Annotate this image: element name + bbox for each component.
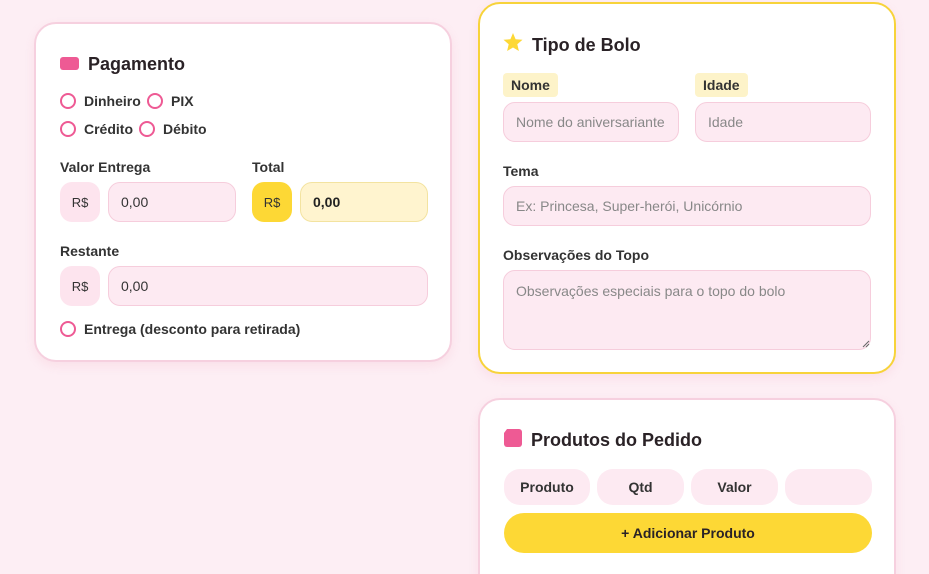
valor-entrega-label: Valor Entrega xyxy=(60,159,151,175)
total-input[interactable]: 0,00 xyxy=(300,182,428,222)
radio-credito[interactable]: Crédito xyxy=(60,121,133,137)
total-label: Total xyxy=(252,159,285,175)
radio-pix[interactable]: PIX xyxy=(147,93,194,109)
tipo-bolo-card: Tipo de Bolo Nome Nome do aniversariante… xyxy=(478,2,896,374)
radio-circle[interactable] xyxy=(60,321,76,337)
restante-label: Restante xyxy=(60,243,120,259)
credit-card-icon xyxy=(60,54,79,75)
pagamento-title-text: Pagamento xyxy=(88,54,186,74)
radio-label: Débito xyxy=(163,121,207,137)
radio-label: Dinheiro xyxy=(84,93,141,109)
restante-prefix: R$ xyxy=(60,266,100,306)
produtos-title: Produtos do Pedido xyxy=(504,429,702,452)
observacoes-label: Observações do Topo xyxy=(503,247,649,263)
nome-label: Nome xyxy=(503,73,558,97)
tipo-bolo-title: Tipo de Bolo xyxy=(503,33,641,57)
tipo-bolo-title-text: Tipo de Bolo xyxy=(532,34,641,55)
radio-dinheiro[interactable]: Dinheiro xyxy=(60,93,141,109)
radio-circle[interactable] xyxy=(60,93,76,109)
idade-label: Idade xyxy=(695,73,748,97)
column-produto: Produto xyxy=(504,469,590,505)
column-qtd: Qtd xyxy=(597,469,684,505)
radio-entrega[interactable]: Entrega (desconto para retirada) xyxy=(60,321,300,337)
valor-entrega-prefix: R$ xyxy=(60,182,100,222)
resize-handle-icon[interactable] xyxy=(862,340,870,348)
radio-circle[interactable] xyxy=(147,93,163,109)
produtos-card: Produtos do Pedido Produto Qtd Valor + A… xyxy=(478,398,896,574)
valor-entrega-input[interactable]: 0,00 xyxy=(108,182,236,222)
column-actions xyxy=(785,469,872,505)
produtos-title-text: Produtos do Pedido xyxy=(531,430,702,450)
pagamento-title: Pagamento xyxy=(60,54,185,75)
total-prefix: R$ xyxy=(252,182,292,222)
tema-input[interactable]: Ex: Princesa, Super-herói, Unicórnio xyxy=(503,186,871,226)
add-product-button[interactable]: + Adicionar Produto xyxy=(504,513,872,553)
nome-input[interactable]: Nome do aniversariante xyxy=(503,102,679,142)
observacoes-textarea[interactable]: Observações especiais para o topo do bol… xyxy=(503,270,871,350)
radio-circle[interactable] xyxy=(60,121,76,137)
radio-circle[interactable] xyxy=(139,121,155,137)
star-icon xyxy=(503,33,523,57)
tag-icon xyxy=(504,429,522,452)
tema-label: Tema xyxy=(503,163,539,179)
radio-label: PIX xyxy=(171,93,194,109)
radio-label: Crédito xyxy=(84,121,133,137)
radio-debito[interactable]: Débito xyxy=(139,121,207,137)
radio-label: Entrega (desconto para retirada) xyxy=(84,321,301,337)
column-valor: Valor xyxy=(691,469,778,505)
restante-input[interactable]: 0,00 xyxy=(108,266,428,306)
idade-input[interactable]: Idade xyxy=(695,102,871,142)
pagamento-card: Pagamento Dinheiro PIX Crédito Débito Va… xyxy=(34,22,452,362)
